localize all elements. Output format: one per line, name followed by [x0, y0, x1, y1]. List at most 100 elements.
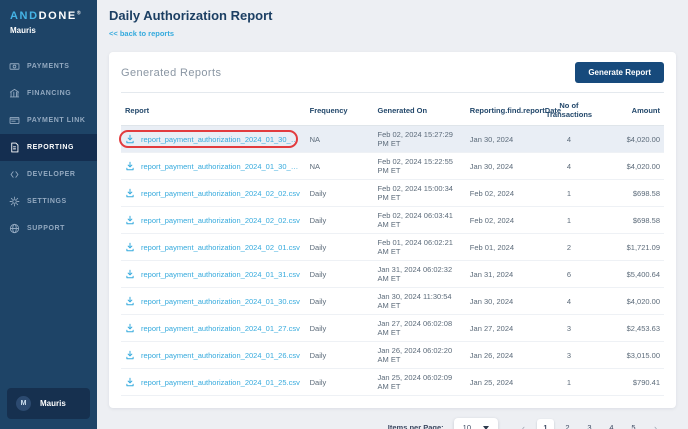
report-file-link[interactable]: report_payment_authorization_2024_02_02.… — [141, 216, 300, 225]
table-row[interactable]: report_payment_authorization_2024_02_02.… — [121, 180, 664, 207]
back-to-reports-link[interactable]: << back to reports — [109, 29, 174, 38]
page-button-5[interactable]: 5 — [625, 419, 642, 429]
report-file-link[interactable]: report_payment_authorization_2024_02_02.… — [141, 189, 300, 198]
report-date-cell: Jan 30, 2024 — [466, 126, 537, 153]
transactions-cell: 4 — [536, 126, 601, 153]
download-icon[interactable] — [125, 296, 135, 306]
download-icon[interactable] — [125, 242, 135, 252]
col-header-report-date: Reporting.find.reportDate — [466, 94, 537, 126]
report-date-cell: Jan 25, 2024 — [466, 369, 537, 396]
generated-reports-card: Generated Reports Generate Report Report… — [109, 52, 676, 408]
download-icon[interactable] — [125, 188, 135, 198]
main-content: Daily Authorization Report << back to re… — [97, 0, 688, 429]
account-name: Mauris — [0, 23, 97, 41]
developer-icon — [9, 169, 20, 180]
table-row[interactable]: report_payment_authorization_2024_01_26.… — [121, 342, 664, 369]
generated-on-cell: Feb 01, 2024 06:02:21 AM ET — [374, 234, 466, 261]
table-row[interactable]: report_payment_authorization_2024_01_31.… — [121, 261, 664, 288]
report-file-link[interactable]: report_payment_authorization_2024_01_30_… — [141, 135, 302, 144]
transactions-cell: 1 — [536, 369, 601, 396]
generated-on-cell: Jan 25, 2024 06:02:09 AM ET — [374, 369, 466, 396]
items-per-page-select[interactable]: 10 — [454, 418, 498, 429]
download-icon[interactable] — [125, 215, 135, 225]
generated-on-cell: Feb 02, 2024 15:27:29 PM ET — [374, 126, 466, 153]
reports-table: Report Frequency Generated On Reporting.… — [121, 94, 664, 396]
table-row[interactable]: report_payment_authorization_2024_01_25.… — [121, 369, 664, 396]
report-file-link[interactable]: report_payment_authorization_2024_01_27.… — [141, 324, 300, 333]
transactions-cell: 1 — [536, 180, 601, 207]
page-button-2[interactable]: 2 — [559, 419, 576, 429]
items-per-page-label: Items per Page: — [388, 423, 444, 429]
app-window: ANDDONE® Mauris PAYMENTS FINANCING PAYM — [0, 0, 688, 429]
table-row[interactable]: report_payment_authorization_2024_02_01.… — [121, 234, 664, 261]
sidebar-item-support[interactable]: SUPPORT — [0, 215, 97, 242]
user-chip[interactable]: M Mauris — [7, 388, 90, 419]
frequency-cell: NA — [306, 126, 374, 153]
sidebar-item-settings[interactable]: SETTINGS — [0, 188, 97, 215]
frequency-cell: Daily — [306, 369, 374, 396]
sidebar-item-developer[interactable]: DEVELOPER — [0, 161, 97, 188]
sidebar-item-payments[interactable]: PAYMENTS — [0, 53, 97, 80]
sidebar-item-payment-link[interactable]: PAYMENT LINK — [0, 107, 97, 134]
sidebar-item-label: SUPPORT — [27, 225, 65, 232]
report-file-link[interactable]: report_payment_authorization_2024_01_30.… — [141, 297, 300, 306]
report-file-link[interactable]: report_payment_authorization_2024_01_31.… — [141, 270, 300, 279]
sidebar: ANDDONE® Mauris PAYMENTS FINANCING PAYM — [0, 0, 97, 429]
amount-cell: $2,453.63 — [602, 315, 664, 342]
pagination: Items per Page: 10 ‹ 1 2 3 4 5 › — [97, 418, 664, 429]
sidebar-nav: PAYMENTS FINANCING PAYMENT LINK REPORTIN… — [0, 53, 97, 242]
download-icon[interactable] — [125, 377, 135, 387]
generated-on-cell: Feb 02, 2024 15:00:34 PM ET — [374, 180, 466, 207]
report-date-cell: Jan 31, 2024 — [466, 261, 537, 288]
page-header: Daily Authorization Report << back to re… — [97, 0, 688, 41]
payment-link-icon — [9, 115, 20, 126]
sidebar-item-financing[interactable]: FINANCING — [0, 80, 97, 107]
amount-cell: $3,015.00 — [602, 342, 664, 369]
generated-on-cell: Jan 26, 2024 06:02:20 AM ET — [374, 342, 466, 369]
amount-cell: $698.58 — [602, 180, 664, 207]
table-row[interactable]: report_payment_authorization_2024_01_30_… — [121, 126, 664, 153]
sidebar-item-reporting[interactable]: REPORTING — [0, 134, 97, 161]
table-row[interactable]: report_payment_authorization_2024_02_02.… — [121, 207, 664, 234]
transactions-cell: 3 — [536, 342, 601, 369]
amount-cell: $4,020.00 — [602, 288, 664, 315]
transactions-cell: 3 — [536, 315, 601, 342]
sidebar-item-label: REPORTING — [27, 144, 74, 151]
download-icon[interactable] — [125, 323, 135, 333]
generated-on-cell: Feb 02, 2024 15:22:55 PM ET — [374, 153, 466, 180]
next-page-button[interactable]: › — [647, 419, 664, 429]
table-row[interactable]: report_payment_authorization_2024_01_30_… — [121, 153, 664, 180]
generated-on-cell: Jan 31, 2024 06:02:32 AM ET — [374, 261, 466, 288]
generate-report-button[interactable]: Generate Report — [575, 62, 664, 83]
sidebar-item-label: PAYMENTS — [27, 63, 70, 70]
download-icon[interactable] — [125, 269, 135, 279]
download-icon[interactable] — [125, 134, 135, 144]
report-file-link[interactable]: report_payment_authorization_2024_01_26.… — [141, 351, 300, 360]
prev-page-button[interactable]: ‹ — [515, 419, 532, 429]
sidebar-item-label: SETTINGS — [27, 198, 67, 205]
report-date-cell: Jan 30, 2024 — [466, 288, 537, 315]
transactions-cell: 4 — [536, 288, 601, 315]
frequency-cell: Daily — [306, 315, 374, 342]
report-date-cell: Jan 30, 2024 — [466, 153, 537, 180]
report-file-link[interactable]: report_payment_authorization_2024_01_30_… — [141, 162, 302, 171]
download-icon[interactable] — [125, 350, 135, 360]
report-date-cell: Feb 02, 2024 — [466, 207, 537, 234]
sidebar-item-label: FINANCING — [27, 90, 71, 97]
page-button-1[interactable]: 1 — [537, 419, 554, 429]
table-row[interactable]: report_payment_authorization_2024_01_27.… — [121, 315, 664, 342]
brand-registered-mark: ® — [77, 10, 81, 16]
card-header: Generated Reports Generate Report — [121, 62, 664, 93]
brand-logo-and: AND — [10, 10, 39, 22]
report-file-link[interactable]: report_payment_authorization_2024_02_01.… — [141, 243, 300, 252]
frequency-cell: Daily — [306, 207, 374, 234]
col-header-report: Report — [121, 94, 306, 126]
page-button-3[interactable]: 3 — [581, 419, 598, 429]
download-icon[interactable] — [125, 161, 135, 171]
amount-cell: $5,400.64 — [602, 261, 664, 288]
page-button-4[interactable]: 4 — [603, 419, 620, 429]
generated-on-cell: Jan 30, 2024 11:30:54 AM ET — [374, 288, 466, 315]
table-row[interactable]: report_payment_authorization_2024_01_30.… — [121, 288, 664, 315]
report-file-link[interactable]: report_payment_authorization_2024_01_25.… — [141, 378, 300, 387]
brand-logo: ANDDONE® — [0, 0, 97, 23]
